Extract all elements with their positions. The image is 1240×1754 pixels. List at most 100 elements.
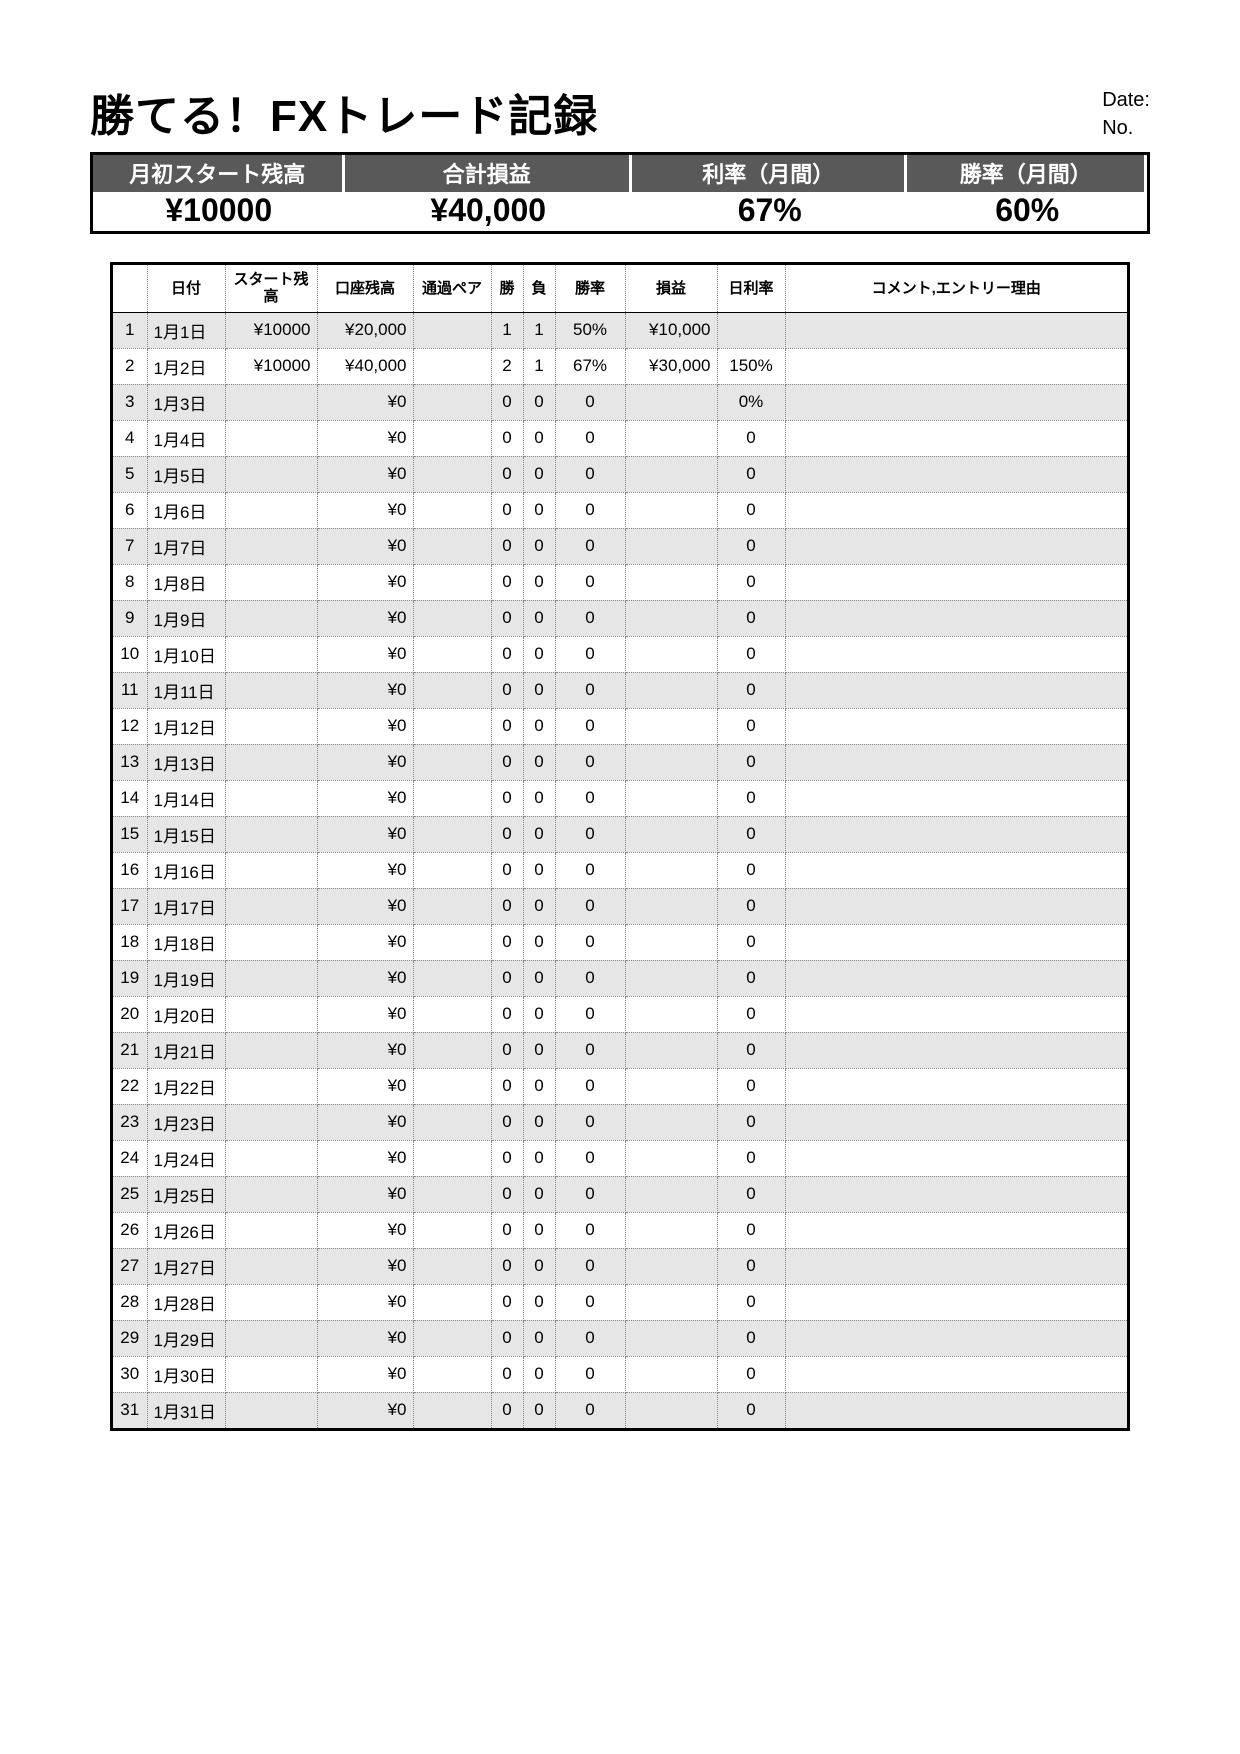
page-title: 勝てる！FXトレード記録: [90, 80, 598, 144]
table-row: 221月22日¥00000: [113, 1068, 1127, 1104]
cell-start: [225, 996, 317, 1032]
cell-date: 1月8日: [147, 564, 225, 600]
cell-bal: ¥0: [317, 1284, 413, 1320]
cell-bal: ¥0: [317, 852, 413, 888]
cell-pair: [413, 1248, 491, 1284]
table-row: 231月23日¥00000: [113, 1104, 1127, 1140]
cell-pair: [413, 1212, 491, 1248]
cell-dayrate: 0: [717, 672, 785, 708]
cell-idx: 21: [113, 1032, 147, 1068]
cell-idx: 9: [113, 600, 147, 636]
cell-pl: [625, 384, 717, 420]
cell-start: [225, 1104, 317, 1140]
summary-val-rate: 67%: [632, 192, 907, 231]
th-dayrate: 日利率: [717, 265, 785, 312]
th-lose: 負: [523, 265, 555, 312]
cell-comment: [785, 1104, 1127, 1140]
cell-rate: 0: [555, 780, 625, 816]
cell-rate: 0: [555, 888, 625, 924]
cell-bal: ¥0: [317, 672, 413, 708]
cell-comment: [785, 600, 1127, 636]
cell-bal: ¥0: [317, 708, 413, 744]
cell-lose: 0: [523, 384, 555, 420]
cell-pair: [413, 1320, 491, 1356]
cell-start: [225, 960, 317, 996]
meta-block: Date: No.: [1102, 80, 1150, 142]
cell-lose: 0: [523, 564, 555, 600]
cell-pair: [413, 528, 491, 564]
cell-pair: [413, 708, 491, 744]
cell-win: 0: [491, 780, 523, 816]
cell-pair: [413, 744, 491, 780]
cell-idx: 31: [113, 1392, 147, 1428]
table-row: 41月4日¥00000: [113, 420, 1127, 456]
cell-rate: 0: [555, 564, 625, 600]
cell-comment: [785, 924, 1127, 960]
cell-dayrate: 0: [717, 528, 785, 564]
cell-win: 0: [491, 1392, 523, 1428]
table-row: 301月30日¥00000: [113, 1356, 1127, 1392]
cell-pl: [625, 1392, 717, 1428]
cell-comment: [785, 492, 1127, 528]
cell-bal: ¥0: [317, 1356, 413, 1392]
cell-idx: 15: [113, 816, 147, 852]
cell-win: 0: [491, 1176, 523, 1212]
cell-comment: [785, 1176, 1127, 1212]
cell-rate: 0: [555, 816, 625, 852]
cell-lose: 0: [523, 1392, 555, 1428]
cell-rate: 50%: [555, 312, 625, 348]
cell-lose: 0: [523, 852, 555, 888]
cell-rate: 0: [555, 528, 625, 564]
cell-bal: ¥0: [317, 1248, 413, 1284]
cell-rate: 0: [555, 456, 625, 492]
cell-pair: [413, 384, 491, 420]
cell-pl: [625, 1284, 717, 1320]
cell-pair: [413, 1104, 491, 1140]
cell-idx: 11: [113, 672, 147, 708]
th-date: 日付: [147, 265, 225, 312]
cell-date: 1月10日: [147, 636, 225, 672]
cell-bal: ¥0: [317, 888, 413, 924]
cell-bal: ¥0: [317, 1392, 413, 1428]
cell-bal: ¥0: [317, 816, 413, 852]
cell-date: 1月11日: [147, 672, 225, 708]
cell-pair: [413, 780, 491, 816]
cell-rate: 0: [555, 672, 625, 708]
cell-comment: [785, 888, 1127, 924]
cell-date: 1月4日: [147, 420, 225, 456]
cell-lose: 0: [523, 636, 555, 672]
cell-start: [225, 1320, 317, 1356]
cell-comment: [785, 1140, 1127, 1176]
cell-start: ¥10000: [225, 348, 317, 384]
cell-pl: [625, 1032, 717, 1068]
cell-pl: [625, 1140, 717, 1176]
cell-lose: 0: [523, 996, 555, 1032]
cell-pair: [413, 816, 491, 852]
cell-bal: ¥0: [317, 1104, 413, 1140]
cell-date: 1月27日: [147, 1248, 225, 1284]
cell-comment: [785, 564, 1127, 600]
cell-lose: 0: [523, 1140, 555, 1176]
cell-rate: 0: [555, 1068, 625, 1104]
cell-pair: [413, 492, 491, 528]
cell-comment: [785, 1320, 1127, 1356]
cell-comment: [785, 384, 1127, 420]
cell-win: 0: [491, 888, 523, 924]
cell-dayrate: 0: [717, 780, 785, 816]
cell-comment: [785, 1248, 1127, 1284]
cell-bal: ¥0: [317, 1032, 413, 1068]
cell-pl: [625, 888, 717, 924]
cell-win: 0: [491, 708, 523, 744]
cell-date: 1月21日: [147, 1032, 225, 1068]
cell-idx: 13: [113, 744, 147, 780]
cell-comment: [785, 312, 1127, 348]
cell-idx: 10: [113, 636, 147, 672]
cell-pair: [413, 1032, 491, 1068]
summary-head-totalpl: 合計損益: [345, 155, 632, 192]
cell-pl: [625, 744, 717, 780]
cell-lose: 0: [523, 1176, 555, 1212]
cell-bal: ¥0: [317, 384, 413, 420]
cell-pl: [625, 600, 717, 636]
cell-date: 1月23日: [147, 1104, 225, 1140]
cell-start: [225, 1248, 317, 1284]
